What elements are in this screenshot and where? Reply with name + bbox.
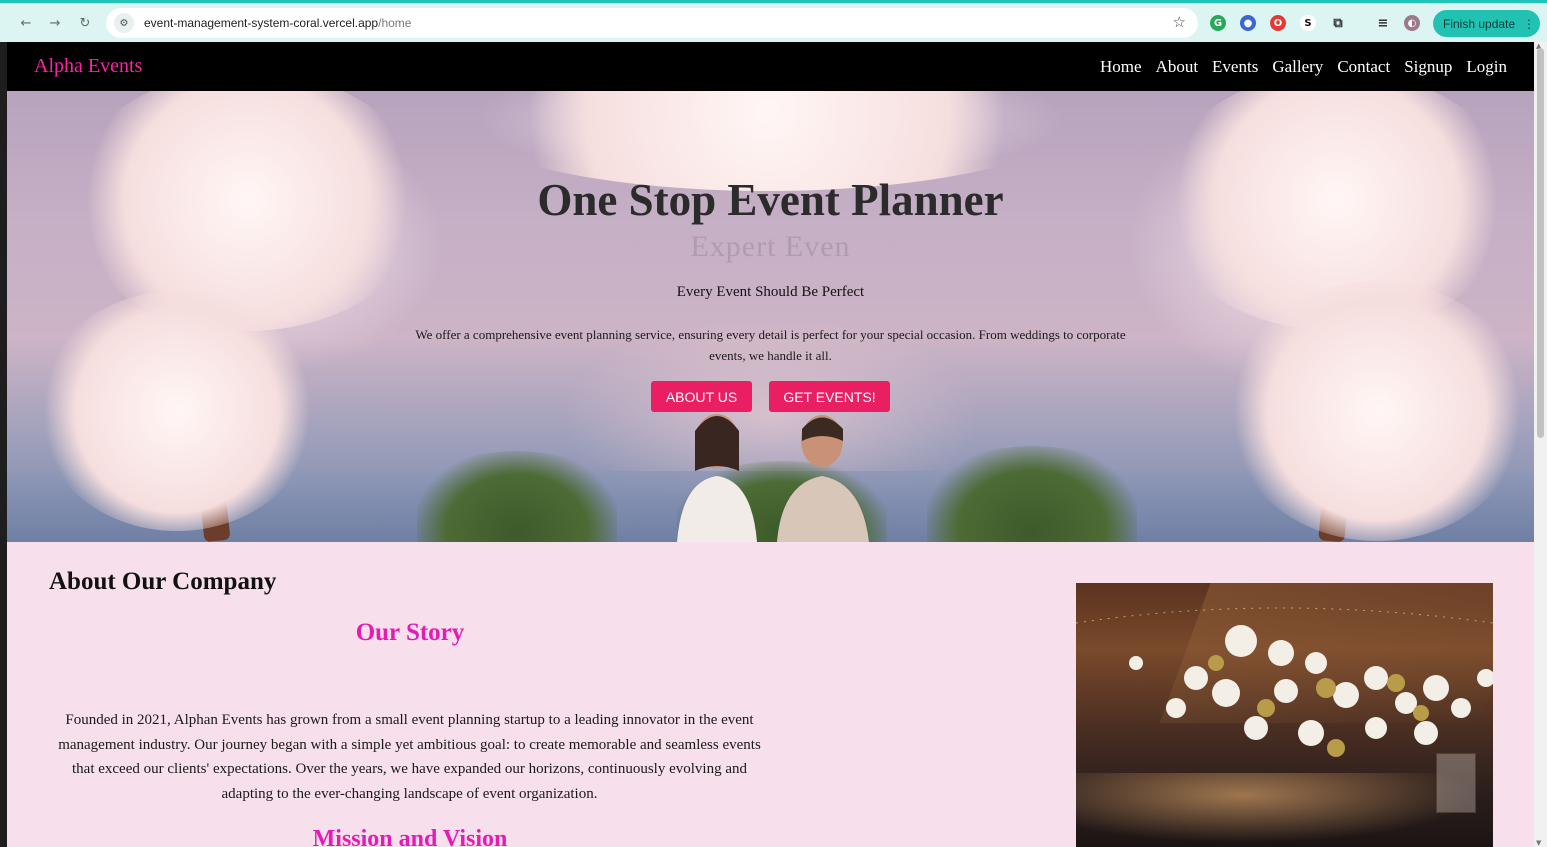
more-icon: ⋮ [1523,16,1536,31]
reading-list-icon[interactable]: ≡ [1375,15,1391,31]
forward-icon[interactable]: → [45,13,65,33]
brand-logo[interactable]: Alpha Events [34,55,142,78]
extension-blue-icon[interactable]: ● [1240,15,1256,31]
finish-update-button[interactable]: Finish update ⋮ [1433,10,1540,37]
extension-opera-icon[interactable]: O [1270,15,1286,31]
hero-ghost-text: Expert Even [690,230,851,263]
finish-update-label: Finish update [1443,16,1516,31]
table-greenery [417,451,617,542]
browser-toolbar: ← → ↻ ⚙ event-management-system-coral.ve… [0,0,1547,42]
page-scrollbar[interactable]: ▲ ▼ [1534,42,1547,847]
extension-grammar-icon[interactable]: G [1210,15,1226,31]
site-info-icon[interactable]: ⚙ [114,13,134,33]
nav-links: Home About Events Gallery Contact Signup… [1100,57,1507,77]
nav-login[interactable]: Login [1466,57,1507,77]
bookmark-star-icon[interactable]: ☆ [1173,13,1186,31]
story-text: Founded in 2021, Alphan Events has grown… [58,712,761,802]
about-us-button[interactable]: ABOUT US [651,381,752,412]
blossom-cluster [1227,281,1527,541]
url-host: event-management-system-coral.vercel.app [144,16,379,30]
about-heading: About Our Company [49,568,277,595]
url-path: /home [378,16,412,30]
nav-about[interactable]: About [1156,57,1199,77]
profile-avatar-icon[interactable]: ◐ [1404,15,1420,31]
reload-icon[interactable]: ↻ [75,13,95,33]
couple-figure [677,414,869,542]
hero-subtitle: Every Event Should Be Perfect [676,284,865,300]
venue-image [1076,583,1493,847]
hero-title: One Stop Event Planner [537,175,1004,225]
nav-signup[interactable]: Signup [1404,57,1452,77]
venue-lanterns [1076,607,1493,757]
table-greenery [927,446,1137,542]
blossom-cluster [37,291,317,531]
extensions-icon[interactable]: ⧉ [1330,15,1346,31]
nav-gallery[interactable]: Gallery [1272,57,1323,77]
scroll-down-icon[interactable]: ▼ [1536,839,1541,847]
address-bar[interactable]: ⚙ event-management-system-coral.vercel.a… [106,8,1198,38]
extension-s-icon[interactable]: S [1300,15,1316,31]
hero-section: Expert Even One Stop Event Planner Every… [7,91,1534,542]
page-viewport: Alpha Events Home About Events Gallery C… [7,42,1534,847]
url-text: event-management-system-coral.vercel.app… [144,16,411,30]
get-events-button[interactable]: GET EVENTS! [769,381,890,412]
mission-heading: Mission and Vision [312,826,508,847]
nav-events[interactable]: Events [1212,57,1258,77]
hero-description: We offer a comprehensive event planning … [415,327,1126,363]
nav-contact[interactable]: Contact [1337,57,1390,77]
scrollbar-thumb[interactable] [1537,48,1544,438]
back-icon[interactable]: ← [16,13,36,33]
story-heading: Our Story [355,619,465,646]
site-navbar: Alpha Events Home About Events Gallery C… [7,42,1534,91]
nav-home[interactable]: Home [1100,57,1142,77]
